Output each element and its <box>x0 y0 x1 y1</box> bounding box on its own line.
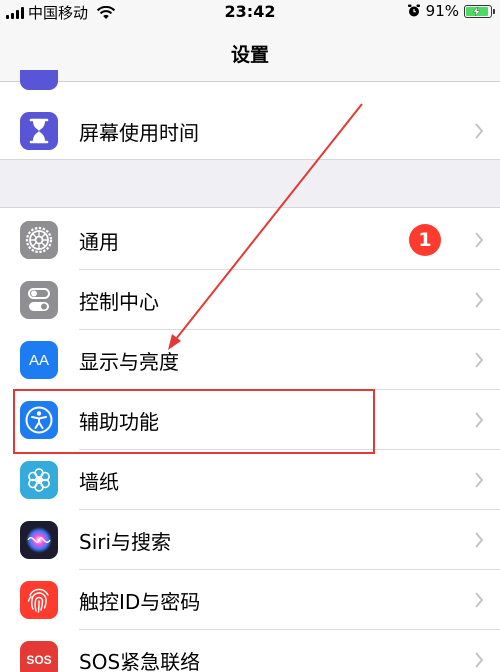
settings-row-wallpaper[interactable]: 墙纸 <box>0 450 500 510</box>
annotation-highlight-box <box>13 389 375 454</box>
chevron-right-icon <box>475 592 484 608</box>
row-label: 显示与亮度 <box>79 350 179 374</box>
notification-badge: 1 <box>409 224 441 256</box>
navigation-bar: 设置 <box>0 24 500 82</box>
sos-icon: SOS <box>20 641 58 672</box>
row-label: 触控ID与密码 <box>79 590 201 614</box>
toggles-icon <box>20 281 58 319</box>
status-right: 91% <box>407 2 495 20</box>
row-label: 墙纸 <box>79 470 119 494</box>
chevron-right-icon <box>475 352 484 368</box>
settings-group-top: 屏幕使用时间 <box>0 70 500 161</box>
chevron-right-icon <box>475 123 484 139</box>
siri-icon <box>20 521 58 559</box>
settings-row-touch-id[interactable]: 触控ID与密码 <box>0 570 500 630</box>
row-label: Siri与搜索 <box>79 530 172 554</box>
settings-row-display[interactable]: AA 显示与亮度 <box>0 330 500 390</box>
chevron-right-icon <box>475 532 484 548</box>
settings-row-control-center[interactable]: 控制中心 <box>0 270 500 330</box>
row-label: SOS紧急联络 <box>79 650 201 672</box>
settings-row-siri[interactable]: Siri与搜索 <box>0 510 500 570</box>
row-label: 控制中心 <box>79 290 159 314</box>
settings-row-screen-time[interactable]: 屏幕使用时间 <box>0 101 500 161</box>
chevron-right-icon <box>475 472 484 488</box>
hourglass-icon <box>20 112 58 150</box>
chevron-right-icon <box>475 652 484 668</box>
gear-icon <box>20 221 58 259</box>
alarm-icon <box>407 4 420 17</box>
fingerprint-icon <box>20 581 58 619</box>
flower-icon <box>20 461 58 499</box>
row-label: 屏幕使用时间 <box>79 121 199 145</box>
battery-level-fill <box>466 6 488 16</box>
display-aa-icon: AA <box>20 341 58 379</box>
partial-row-icon <box>20 70 58 90</box>
display-icon-text: AA <box>28 351 49 369</box>
battery-percent: 91% <box>425 2 459 20</box>
chevron-right-icon <box>475 412 484 428</box>
sos-icon-text: SOS <box>26 653 52 667</box>
settings-row-general[interactable]: 通用 1 <box>0 210 500 270</box>
page-title: 设置 <box>230 44 269 66</box>
row-label: 通用 <box>79 230 119 254</box>
battery-icon <box>464 4 495 18</box>
settings-row-sos[interactable]: SOS SOS紧急联络 <box>0 630 500 672</box>
chevron-right-icon <box>475 232 484 248</box>
chevron-right-icon <box>475 292 484 308</box>
status-bar: 中国移动 23:42 91% <box>0 0 500 24</box>
charging-bolt-icon <box>473 6 481 16</box>
